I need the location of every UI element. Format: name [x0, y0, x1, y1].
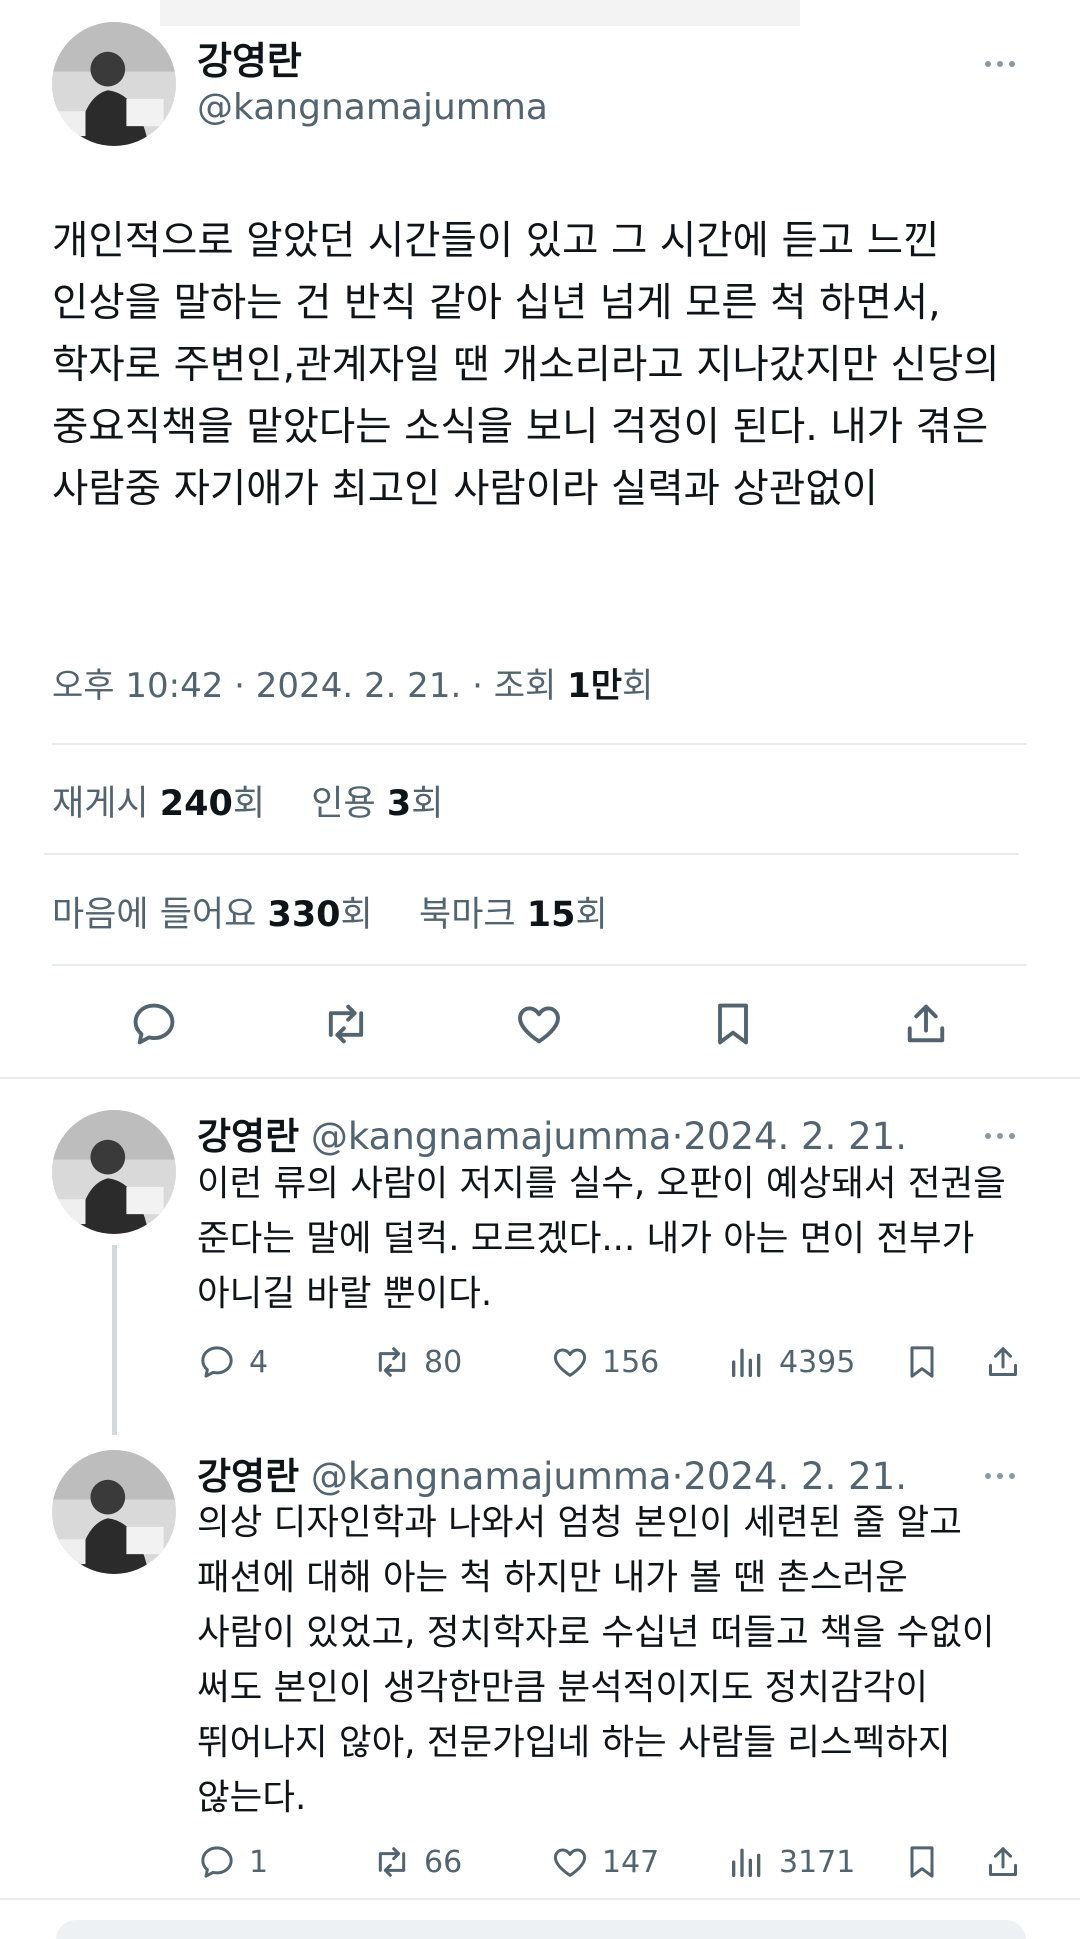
views-button[interactable]: 3171: [727, 1842, 855, 1882]
like-icon: [518, 1006, 560, 1044]
author-name[interactable]: 강영란: [197, 30, 302, 85]
tweet-text: 개인적으로 알았던 시간들이 있고 그 시간에 듣고 느낀 인상을 말하는 건 …: [52, 218, 1000, 512]
retweet-button[interactable]: [320, 998, 372, 1050]
more-options-icon[interactable]: [985, 52, 1025, 67]
top-edge-strip: [160, 0, 800, 26]
retweets-count[interactable]: 240: [160, 784, 233, 824]
retweet-count: 66: [424, 1844, 463, 1880]
share-icon: [907, 1004, 945, 1043]
bookmark-icon: [910, 1846, 934, 1878]
quotes-unit: 회: [411, 784, 444, 824]
bookmark-icon: [910, 1346, 934, 1378]
reply-text: 의상 디자인학과 나와서 엄청 본인이 세련된 줄 알고 패션에 대해 아는 척…: [197, 1502, 995, 1818]
meta-separator: ·: [234, 666, 245, 706]
reply-icon: [133, 1003, 175, 1045]
like-count: 147: [602, 1844, 660, 1880]
avatar[interactable]: [52, 1110, 176, 1234]
bookmarks-unit: 회: [575, 895, 608, 935]
tweet-date[interactable]: 2024. 2. 21.: [256, 666, 461, 706]
meta-separator: ·: [472, 666, 483, 706]
header-separator: ·: [671, 1455, 684, 1498]
share-button[interactable]: [900, 998, 952, 1050]
header-separator: ·: [671, 1115, 684, 1158]
divider: [52, 964, 1027, 966]
bookmark-button[interactable]: [707, 998, 759, 1050]
author-handle[interactable]: @kangnamajumma: [197, 87, 548, 128]
reply-count: 4: [249, 1344, 269, 1380]
avatar-photo-icon: [52, 22, 176, 146]
retweet-button[interactable]: 80: [372, 1342, 462, 1382]
retweet-icon: [378, 1847, 406, 1877]
views-count: 4395: [779, 1344, 856, 1380]
retweets-unit: 회: [232, 784, 266, 824]
quotes-label[interactable]: 인용: [311, 784, 375, 824]
share-button[interactable]: [983, 1342, 1035, 1382]
bookmark-icon: [718, 1003, 748, 1045]
avatar[interactable]: [52, 1450, 176, 1574]
like-icon: [553, 1348, 587, 1377]
reply-icon: [201, 1346, 233, 1378]
reply-text: 이런 류의 사람이 저지를 실수, 오판이 예상돼서 전권을 준다는 말에 덜컥…: [197, 1163, 1006, 1314]
reply-icon: [201, 1846, 233, 1878]
bookmark-button[interactable]: [902, 1342, 954, 1382]
retweet-icon: [328, 1004, 364, 1044]
more-options-icon[interactable]: [985, 1464, 1025, 1479]
reply-button[interactable]: [128, 998, 180, 1050]
repost-stats: 재게시 240회 인용 3회: [52, 775, 443, 826]
likes-count[interactable]: 330: [267, 895, 340, 935]
avatar-photo-icon: [52, 1110, 176, 1234]
likes-unit: 회: [340, 895, 373, 935]
author-name[interactable]: 강영란: [197, 1455, 299, 1498]
divider: [0, 1898, 1080, 1900]
likes-label[interactable]: 마음에 들어요: [52, 895, 256, 935]
divider: [52, 743, 1027, 745]
like-count: 156: [602, 1344, 660, 1380]
retweets-label[interactable]: 재게시: [52, 784, 149, 824]
retweet-icon: [378, 1347, 406, 1377]
views-button[interactable]: 4395: [727, 1342, 855, 1382]
like-icon: [553, 1848, 587, 1877]
like-button[interactable]: [513, 998, 565, 1050]
bookmark-button[interactable]: [902, 1842, 954, 1882]
reply-button[interactable]: 1: [197, 1842, 268, 1882]
share-icon: [989, 1347, 1017, 1376]
thread-line: [112, 1245, 117, 1435]
share-icon: [989, 1847, 1017, 1876]
author-handle[interactable]: @kangnamajumma: [311, 1455, 672, 1498]
reply-header: 강영란 @kangnamajumma·2024. 2. 21.: [197, 1106, 907, 1160]
like-button[interactable]: 156: [550, 1342, 659, 1382]
avatar[interactable]: [52, 22, 176, 146]
bookmarks-count[interactable]: 15: [527, 895, 576, 935]
more-options-icon[interactable]: [985, 1124, 1025, 1139]
avatar-photo-icon: [52, 1450, 176, 1574]
views-icon: [732, 1848, 761, 1877]
tweet-meta: 오후 10:42 · 2024. 2. 21. · 조회 1만회: [52, 658, 653, 707]
views-count: 3171: [779, 1844, 856, 1880]
divider: [44, 853, 1019, 855]
retweet-count: 80: [424, 1344, 463, 1380]
reply-header: 강영란 @kangnamajumma·2024. 2. 21.: [197, 1446, 907, 1500]
author-name[interactable]: 강영란: [197, 1115, 299, 1158]
bookmarks-label[interactable]: 북마크: [419, 895, 516, 935]
reply-count: 1: [249, 1844, 269, 1880]
author-handle[interactable]: @kangnamajumma: [311, 1115, 672, 1158]
views-label: 조회: [493, 666, 557, 706]
like-button[interactable]: 147: [550, 1842, 659, 1882]
reply-button[interactable]: 4: [197, 1342, 268, 1382]
tweet-time[interactable]: 오후 10:42: [52, 666, 223, 706]
share-button[interactable]: [983, 1842, 1035, 1882]
divider: [0, 1077, 1080, 1079]
reply-date[interactable]: 2024. 2. 21.: [683, 1455, 907, 1498]
retweet-button[interactable]: 66: [372, 1842, 462, 1882]
views-unit: 회: [622, 666, 654, 706]
views-icon: [732, 1348, 761, 1377]
reply-date[interactable]: 2024. 2. 21.: [683, 1115, 907, 1158]
reply-compose-bar[interactable]: [56, 1920, 1026, 1939]
quotes-count[interactable]: 3: [387, 784, 411, 824]
like-stats: 마음에 들어요 330회 북마크 15회: [52, 886, 608, 937]
views-count: 1만: [567, 666, 623, 706]
